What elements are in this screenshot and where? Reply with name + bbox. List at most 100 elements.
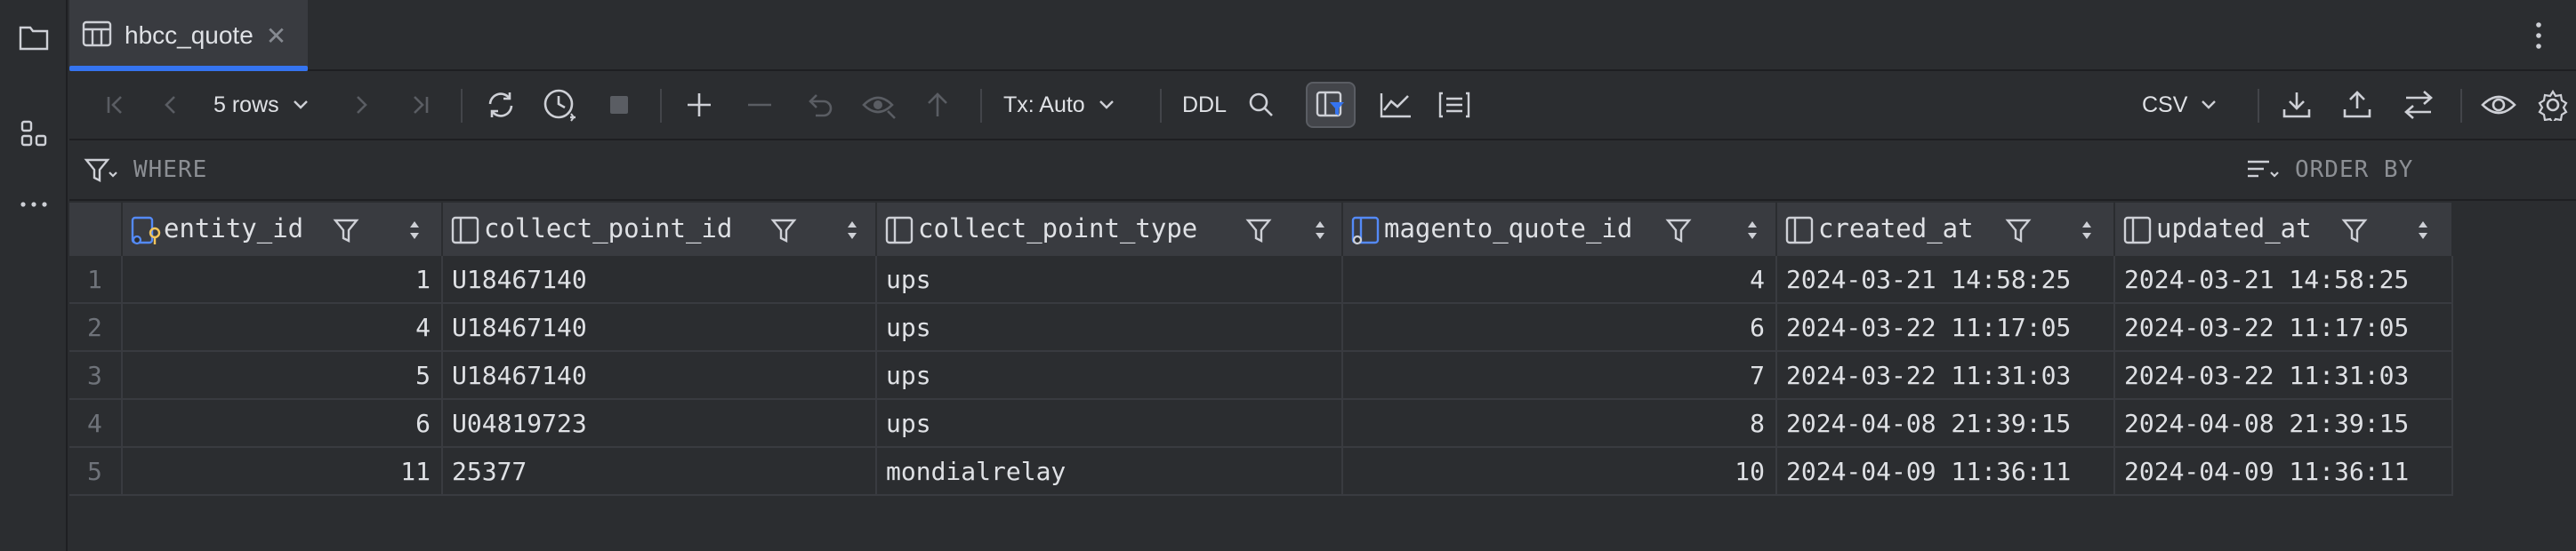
revert-icon[interactable]: [799, 85, 838, 124]
submit-icon[interactable]: [918, 85, 957, 124]
cell-collect-point-id[interactable]: 25377: [443, 448, 877, 496]
stop-icon[interactable]: [600, 85, 639, 124]
column-filter-icon[interactable]: [333, 217, 359, 248]
upload-icon[interactable]: [2338, 85, 2377, 124]
cell-updated-at[interactable]: 2024-04-09 11:36:11: [2115, 448, 2453, 496]
compare-icon[interactable]: [2396, 85, 2441, 124]
cell-collect-point-id[interactable]: U18467140: [443, 256, 877, 304]
cell-entity-id[interactable]: 4: [123, 304, 443, 352]
column-filter-icon[interactable]: [770, 217, 797, 248]
column-filter-icon[interactable]: [2341, 217, 2368, 248]
tab-label: hbcc_quote: [125, 21, 254, 49]
toolbar-separator: [1160, 89, 1162, 123]
cell-entity-id[interactable]: 6: [123, 400, 443, 448]
where-clause-input[interactable]: WHERE: [133, 156, 207, 183]
more-options-icon[interactable]: [2521, 18, 2556, 53]
cell-collect-point-type[interactable]: ups: [877, 304, 1343, 352]
export-format-label: CSV: [2142, 92, 2188, 117]
cell-collect-point-id[interactable]: U18467140: [443, 352, 877, 400]
cell-collect-point-type[interactable]: ups: [877, 352, 1343, 400]
column-filter-icon[interactable]: [1245, 217, 1272, 248]
column-header-collect-point-type[interactable]: collect_point_type: [877, 203, 1343, 256]
cell-collect-point-type[interactable]: ups: [877, 400, 1343, 448]
column-filter-icon[interactable]: [1665, 217, 1692, 248]
column-header-created-at[interactable]: created_at: [1777, 203, 2115, 256]
ddl-button[interactable]: DDL: [1176, 85, 1233, 124]
sort-arrows-icon[interactable]: [1745, 217, 1759, 248]
column-header-magento-quote-id[interactable]: magento_quote_id: [1343, 203, 1777, 256]
ddl-label: DDL: [1181, 92, 1227, 117]
sort-arrows-icon[interactable]: [845, 217, 859, 248]
column-name: created_at: [1818, 213, 1974, 244]
cell-magento-quote-id[interactable]: 4: [1343, 256, 1777, 304]
cell-collect-point-id[interactable]: U18467140: [443, 304, 877, 352]
sort-arrows-icon[interactable]: [2416, 217, 2430, 248]
row-number[interactable]: 1: [69, 256, 123, 304]
cell-created-at[interactable]: 2024-04-08 21:39:15: [1777, 400, 2115, 448]
transpose-icon[interactable]: [1432, 85, 1477, 124]
order-by-input[interactable]: ORDER BY: [2295, 156, 2413, 183]
close-tab-icon[interactable]: ✕: [266, 21, 286, 51]
cell-updated-at[interactable]: 2024-03-22 11:31:03: [2115, 352, 2453, 400]
cell-created-at[interactable]: 2024-03-21 14:58:25: [1777, 256, 2115, 304]
more-tools-icon[interactable]: [12, 183, 55, 226]
filter-toggle-button[interactable]: [1306, 82, 1356, 128]
chart-icon[interactable]: [1373, 85, 1418, 124]
cell-magento-quote-id[interactable]: 8: [1343, 400, 1777, 448]
cell-collect-point-id[interactable]: U04819723: [443, 400, 877, 448]
cell-created-at[interactable]: 2024-03-22 11:31:03: [1777, 352, 2115, 400]
sort-arrows-icon[interactable]: [2080, 217, 2094, 248]
cell-collect-point-type[interactable]: ups: [877, 256, 1343, 304]
cell-entity-id[interactable]: 1: [123, 256, 443, 304]
cell-entity-id[interactable]: 11: [123, 448, 443, 496]
folder-icon[interactable]: [12, 16, 55, 59]
column-filter-icon[interactable]: [2005, 217, 2032, 248]
row-number[interactable]: 4: [69, 400, 123, 448]
rows-count-dropdown[interactable]: 5 rows: [213, 85, 329, 124]
add-row-icon[interactable]: [680, 85, 719, 124]
results-toolbar: 5 rows Tx: Auto DDL CSV: [69, 73, 2576, 137]
history-icon[interactable]: [539, 85, 584, 124]
last-page-icon[interactable]: [400, 85, 439, 124]
filter-icon[interactable]: [84, 156, 119, 189]
next-page-icon[interactable]: [342, 85, 381, 124]
structure-icon[interactable]: [12, 112, 55, 155]
export-format-dropdown[interactable]: CSV: [2142, 85, 2240, 124]
column-header-collect-point-id[interactable]: collect_point_id: [443, 203, 877, 256]
column-icon: [450, 215, 480, 250]
cell-entity-id[interactable]: 5: [123, 352, 443, 400]
cell-created-at[interactable]: 2024-03-22 11:17:05: [1777, 304, 2115, 352]
cell-magento-quote-id[interactable]: 7: [1343, 352, 1777, 400]
download-icon[interactable]: [2277, 85, 2316, 124]
preview-changes-icon[interactable]: [857, 85, 902, 124]
sort-icon[interactable]: [2245, 156, 2282, 189]
transaction-mode-dropdown[interactable]: Tx: Auto: [1003, 85, 1137, 124]
column-header-updated-at[interactable]: updated_at: [2115, 203, 2453, 256]
column-header-entity-id[interactable]: entity_id: [123, 203, 443, 256]
sort-arrows-icon[interactable]: [407, 217, 422, 248]
index-column-icon: [1350, 215, 1381, 250]
cell-magento-quote-id[interactable]: 10: [1343, 448, 1777, 496]
chevron-down-icon: [1098, 99, 1115, 111]
search-icon[interactable]: [1242, 85, 1281, 124]
cell-updated-at[interactable]: 2024-03-21 14:58:25: [2115, 256, 2453, 304]
row-number[interactable]: 2: [69, 304, 123, 352]
first-page-icon[interactable]: [96, 85, 135, 124]
settings-gear-icon[interactable]: [2533, 85, 2572, 124]
previous-page-icon[interactable]: [151, 85, 190, 124]
toolbar-separator: [980, 89, 982, 123]
sort-arrows-icon[interactable]: [1313, 217, 1327, 248]
cell-magento-quote-id[interactable]: 6: [1343, 304, 1777, 352]
cell-collect-point-type[interactable]: mondialrelay: [877, 448, 1343, 496]
view-icon[interactable]: [2476, 85, 2521, 124]
toolbar-separator: [461, 89, 463, 123]
cell-created-at[interactable]: 2024-04-09 11:36:11: [1777, 448, 2115, 496]
refresh-icon[interactable]: [479, 85, 523, 124]
cell-updated-at[interactable]: 2024-03-22 11:17:05: [2115, 304, 2453, 352]
row-number[interactable]: 5: [69, 448, 123, 496]
row-number[interactable]: 3: [69, 352, 123, 400]
delete-row-icon[interactable]: [740, 85, 779, 124]
tab-hbcc-quote[interactable]: hbcc_quote ✕: [69, 0, 308, 71]
column-icon: [884, 215, 914, 250]
cell-updated-at[interactable]: 2024-04-08 21:39:15: [2115, 400, 2453, 448]
